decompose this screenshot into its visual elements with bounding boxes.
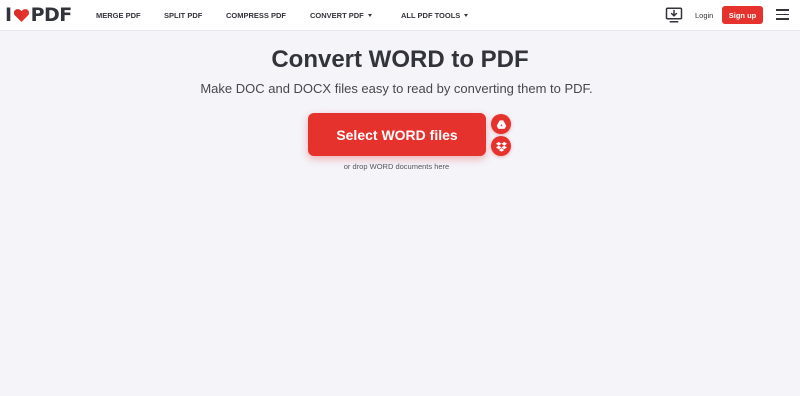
dropbox-button[interactable] bbox=[491, 136, 511, 156]
dropbox-icon bbox=[495, 141, 507, 152]
heart-icon bbox=[13, 9, 29, 22]
nav-merge-pdf[interactable]: MERGE PDF bbox=[96, 0, 141, 31]
logo-prefix: I bbox=[5, 4, 12, 26]
chevron-down-icon bbox=[464, 14, 469, 17]
nav-label: CONVERT PDF bbox=[310, 11, 364, 20]
nav-compress-pdf[interactable]: COMPRESS PDF bbox=[226, 0, 286, 31]
logo-suffix: PDF bbox=[30, 4, 73, 26]
top-navigation-bar: I PDF MERGE PDF SPLIT PDF COMPRESS PDF C… bbox=[0, 0, 800, 31]
signup-label: Sign up bbox=[728, 10, 757, 20]
select-files-button[interactable]: Select WORD files bbox=[308, 113, 486, 156]
nav-convert-pdf[interactable]: CONVERT PDF bbox=[310, 0, 372, 31]
login-link[interactable]: Login bbox=[695, 0, 713, 31]
page-title: Convert WORD to PDF bbox=[271, 46, 529, 73]
nav-label: SPLIT PDF bbox=[164, 11, 203, 20]
ilovepdf-logo[interactable]: I PDF bbox=[5, 5, 72, 26]
hamburger-menu-icon[interactable] bbox=[776, 9, 789, 21]
nav-all-pdf-tools[interactable]: ALL PDF TOOLS bbox=[401, 0, 469, 31]
google-drive-button[interactable] bbox=[491, 114, 511, 134]
select-files-label: Select WORD files bbox=[336, 126, 458, 143]
google-drive-icon bbox=[496, 119, 506, 129]
signup-button[interactable]: Sign up bbox=[722, 6, 763, 24]
page-subtitle: Make DOC and DOCX files easy to read by … bbox=[200, 81, 593, 96]
desktop-download-icon[interactable] bbox=[665, 6, 683, 24]
login-label: Login bbox=[695, 11, 714, 20]
nav-label: MERGE PDF bbox=[96, 11, 141, 20]
nav-split-pdf[interactable]: SPLIT PDF bbox=[164, 0, 202, 31]
chevron-down-icon bbox=[367, 14, 372, 17]
drop-files-hint: or drop WORD documents here bbox=[343, 162, 450, 171]
nav-label: ALL PDF TOOLS bbox=[401, 11, 461, 20]
nav-label: COMPRESS PDF bbox=[226, 11, 287, 20]
